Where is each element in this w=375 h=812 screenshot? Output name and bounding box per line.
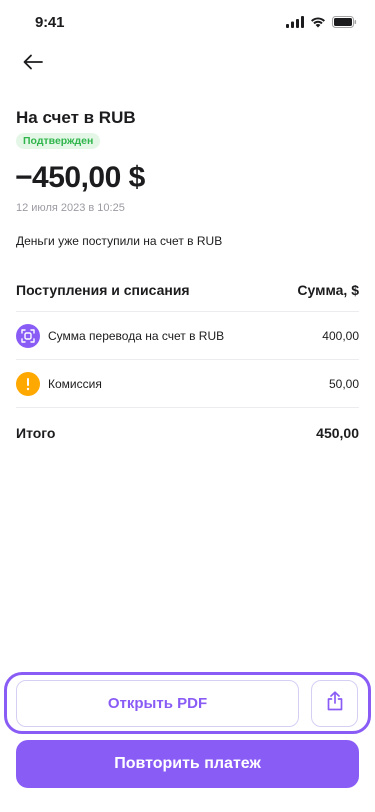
- status-icons: [286, 15, 357, 33]
- list-item: Сумма перевода на счет в RUB 400,00: [16, 312, 359, 360]
- battery-icon: [332, 15, 357, 33]
- back-button[interactable]: [18, 50, 48, 78]
- status-bar: 9:41: [0, 0, 375, 44]
- arrow-left-icon: [23, 54, 43, 75]
- share-icon: [326, 691, 344, 716]
- status-badge: Подтвержден: [16, 133, 101, 149]
- breakdown-col-label: Поступления и списания: [16, 282, 190, 298]
- list-item: Комиссия 50,00: [16, 360, 359, 408]
- transaction-note: Деньги уже поступили на счет в RUB: [16, 234, 223, 248]
- status-time: 9:41: [35, 14, 65, 31]
- list-item-label: Комиссия: [48, 377, 102, 391]
- breakdown-header: Поступления и списания Сумма, $: [16, 279, 359, 301]
- transaction-details-screen: 9:41 На счет в RUB Подтвержден −450,00 $…: [0, 0, 375, 812]
- signal-icon: [286, 15, 304, 33]
- total-row: Итого 450,00: [16, 422, 359, 444]
- repeat-payment-button[interactable]: Повторить платеж: [16, 740, 359, 788]
- share-button[interactable]: [311, 680, 358, 727]
- list-item-value: 400,00: [322, 329, 359, 343]
- wifi-icon: [310, 15, 326, 33]
- total-label: Итого: [16, 425, 56, 441]
- transaction-datetime: 12 июля 2023 в 10:25: [16, 202, 125, 214]
- transaction-amount: −450,00 $: [15, 161, 145, 194]
- list-item-value: 50,00: [328, 377, 359, 391]
- breakdown-col-amount: Сумма, $: [297, 282, 359, 298]
- total-value: 450,00: [316, 425, 359, 441]
- exclamation-icon: [16, 372, 40, 396]
- transfer-icon: [16, 324, 40, 348]
- page-title: На счет в RUB: [16, 108, 136, 127]
- list-item-label: Сумма перевода на счет в RUB: [48, 329, 225, 343]
- divider: [16, 407, 359, 408]
- open-pdf-button[interactable]: Открыть PDF: [16, 680, 299, 727]
